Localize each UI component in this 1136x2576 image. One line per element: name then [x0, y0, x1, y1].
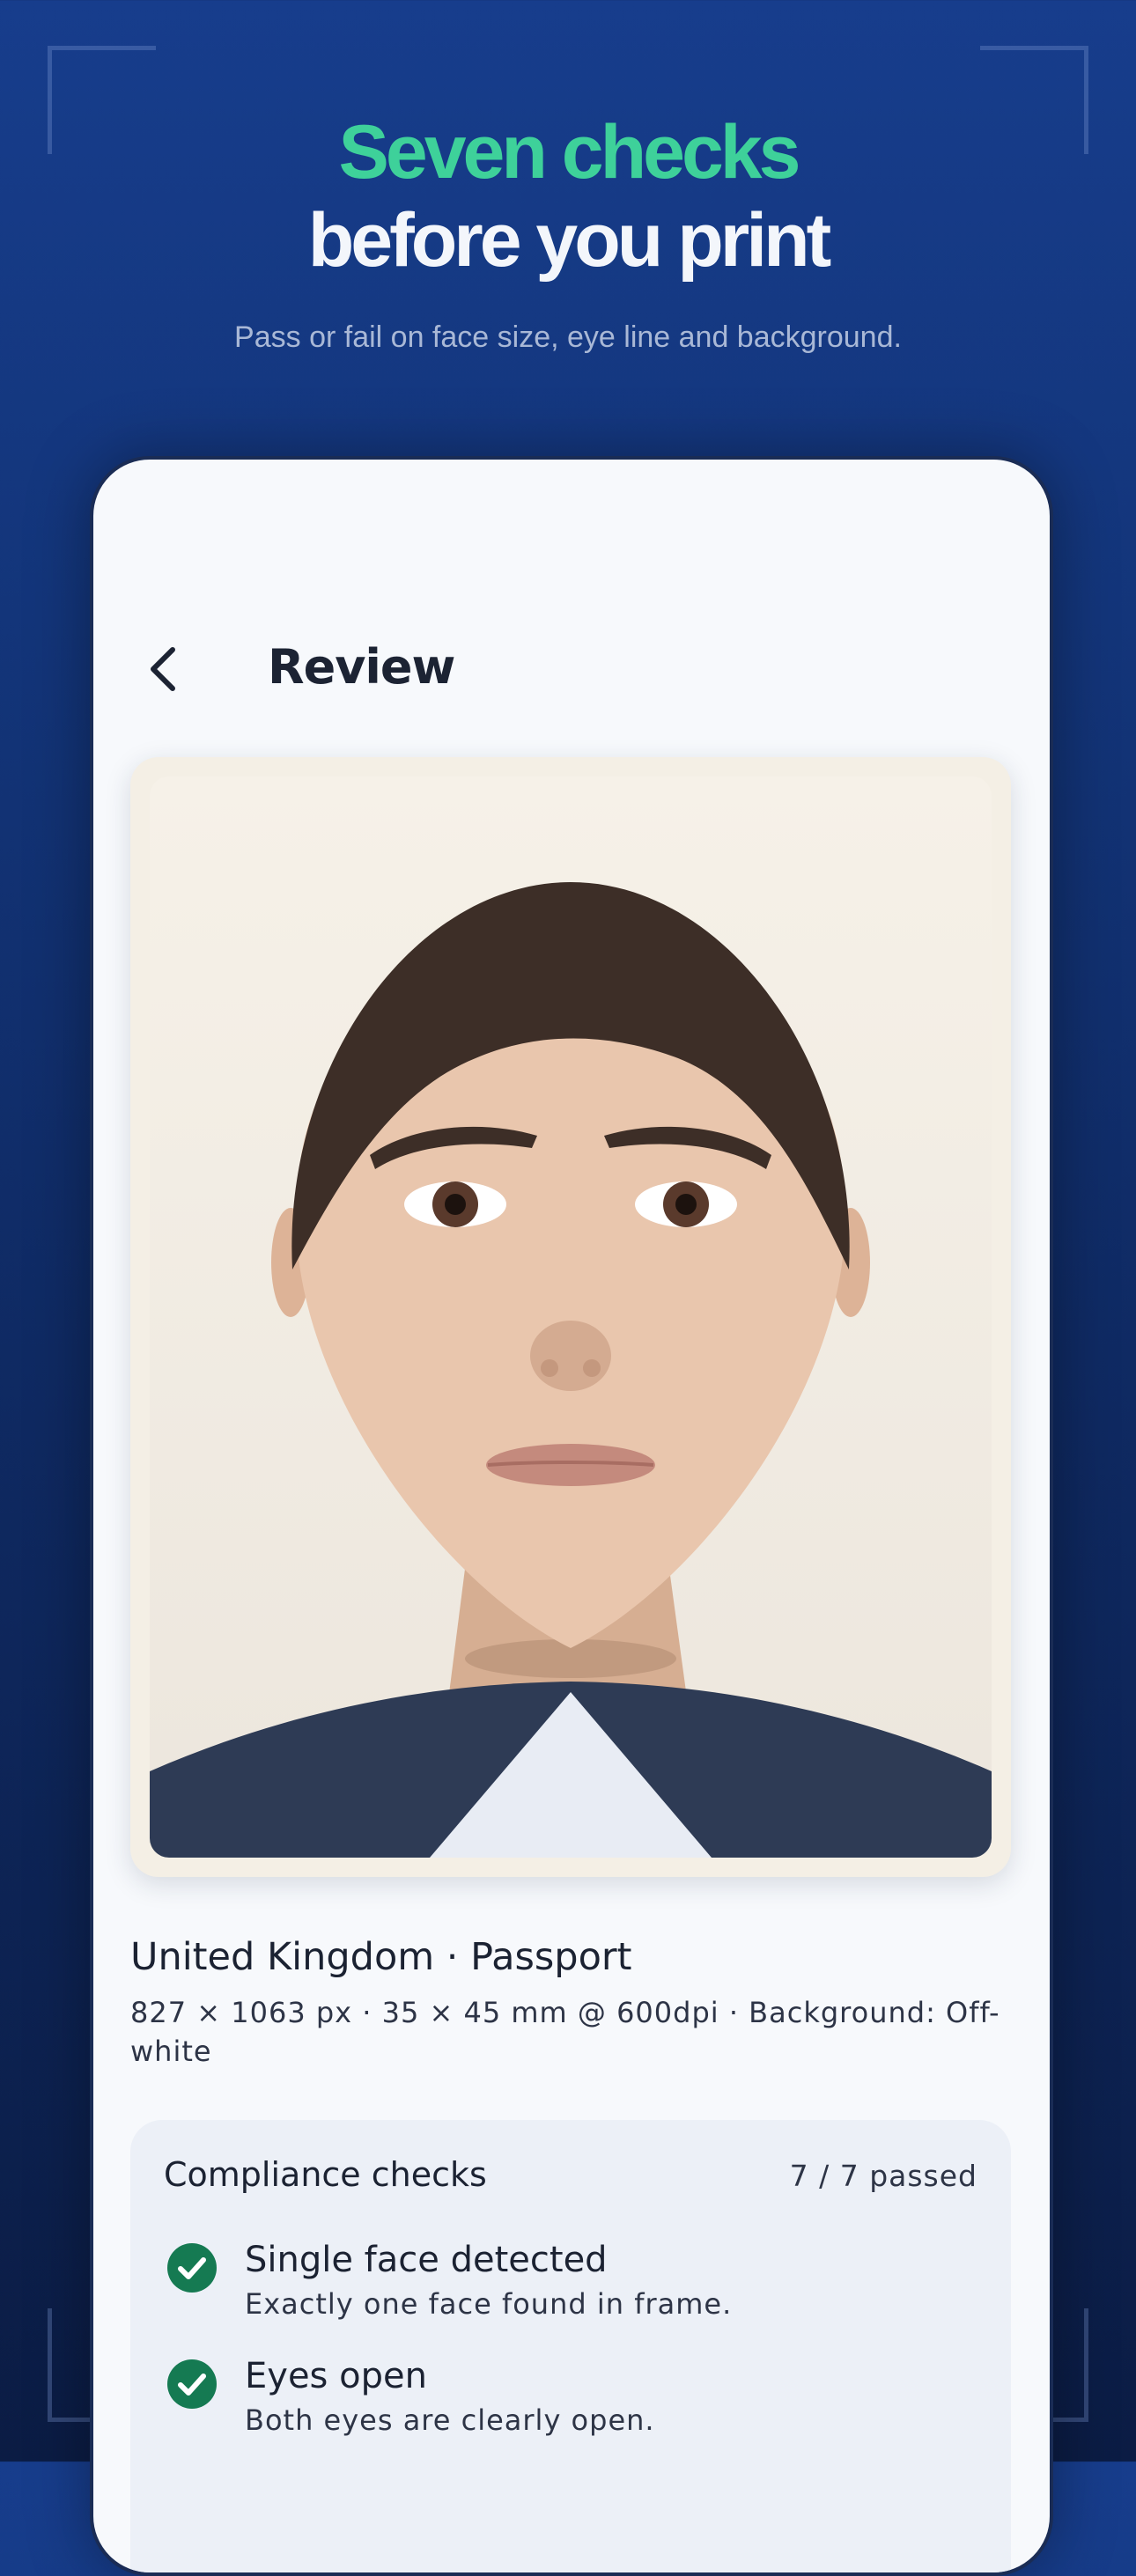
document-title: United Kingdom · Passport [130, 1935, 632, 1979]
headline-subtitle: Pass or fail on face size, eye line and … [234, 320, 902, 354]
passport-photo [150, 776, 992, 1858]
check-description: Both eyes are clearly open. [245, 2403, 655, 2437]
portrait-illustration [150, 776, 992, 1858]
page-title: Review [268, 639, 455, 695]
photo-preview-card [130, 757, 1011, 1877]
phone-mockup: Review United Kingdom · Passport 827 × 1… [90, 456, 1053, 2576]
check-label: Eyes open [245, 2356, 427, 2396]
headline-line-2: before you print [307, 198, 832, 283]
checks-passed-count: 7 / 7 passed [789, 2159, 977, 2193]
check-label: Single face detected [245, 2240, 608, 2280]
compliance-checks-heading: Compliance checks [164, 2155, 487, 2194]
check-circle-icon [167, 2359, 217, 2409]
compliance-checks-panel: Compliance checks 7 / 7 passed Single fa… [130, 2120, 1011, 2572]
check-circle-icon [167, 2243, 217, 2293]
document-specs: 827 × 1063 px · 35 × 45 mm @ 600dpi · Ba… [130, 1996, 1000, 2068]
check-description: Exactly one face found in frame. [245, 2287, 733, 2321]
chevron-left-icon [151, 647, 175, 691]
headline-line-1: Seven checks [338, 110, 801, 195]
back-button[interactable] [139, 643, 192, 696]
